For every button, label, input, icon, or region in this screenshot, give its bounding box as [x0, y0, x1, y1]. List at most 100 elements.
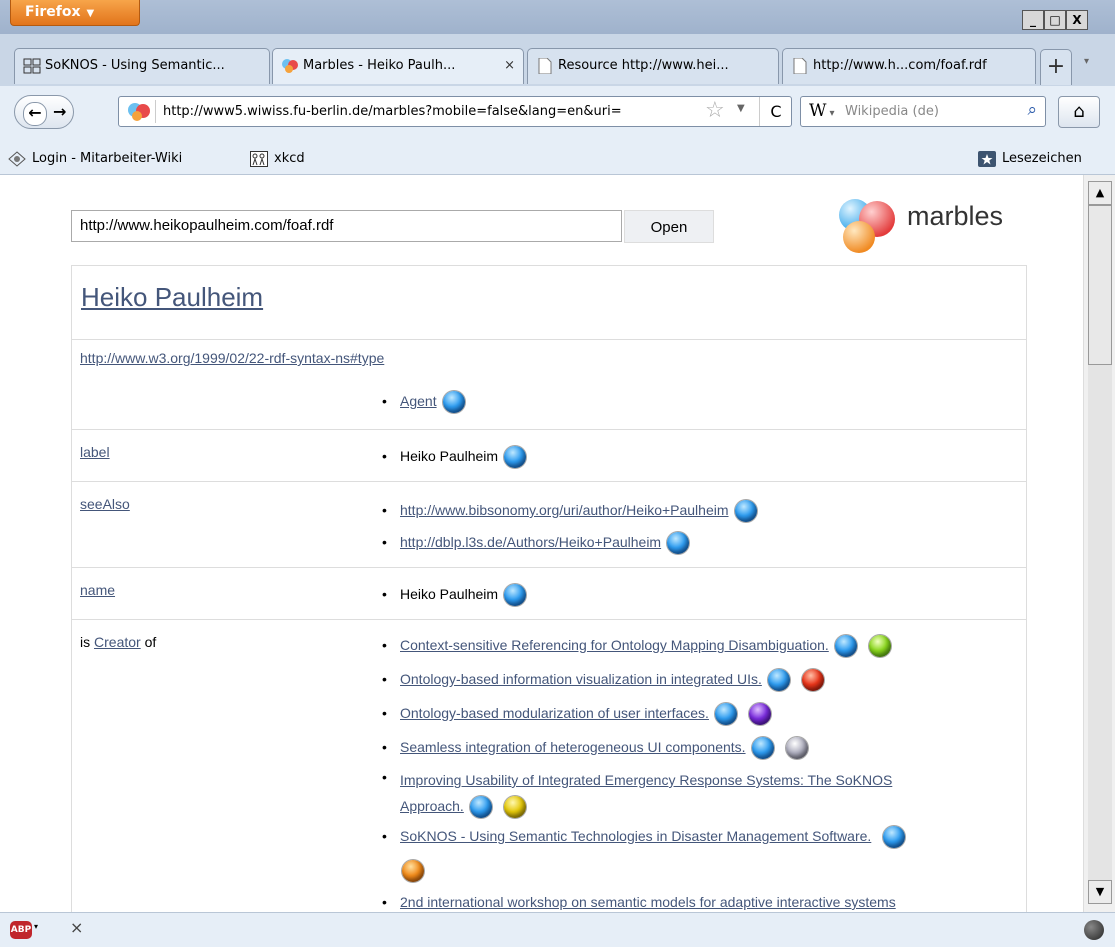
- tab-soknos[interactable]: SoKNOS - Using Semantic...: [14, 48, 270, 84]
- value-link[interactable]: Seamless integration of heterogeneous UI…: [400, 739, 746, 755]
- predicate-link[interactable]: http://www.w3.org/1999/02/22-rdf-syntax-…: [80, 350, 384, 366]
- value-link[interactable]: http://dblp.l3s.de/Authors/Heiko+Paulhei…: [400, 534, 661, 550]
- value-link[interactable]: Agent: [400, 393, 437, 409]
- list-item: Heiko Paulheim: [382, 579, 527, 609]
- scroll-track[interactable]: [1088, 365, 1112, 880]
- value-link[interactable]: Improving Usability of Integrated Emerge…: [400, 772, 892, 788]
- tab-foaf[interactable]: http://www.h...com/foaf.rdf: [782, 48, 1036, 84]
- chevron-down-icon: ▼: [86, 8, 95, 19]
- open-button[interactable]: Open: [624, 210, 714, 243]
- value-link[interactable]: http://www.bibsonomy.org/uri/author/Heik…: [400, 502, 729, 518]
- scroll-up-icon[interactable]: ▲: [1088, 181, 1112, 205]
- bookmark-login-wiki[interactable]: Login - Mitarbeiter-Wiki: [8, 144, 182, 174]
- new-tab-button[interactable]: +: [1040, 49, 1072, 85]
- predicate-suffix: of: [144, 634, 157, 650]
- blue-marble-icon[interactable]: [442, 391, 465, 414]
- tab-label: SoKNOS - Using Semantic...: [45, 58, 225, 73]
- search-placeholder: Wikipedia (de): [845, 104, 939, 119]
- yellow-marble-icon[interactable]: [503, 796, 526, 819]
- tab-list-icon[interactable]: ▾: [1084, 56, 1089, 67]
- tab-label: Resource http://www.hei...: [558, 58, 729, 73]
- globe-icon[interactable]: [1084, 920, 1104, 940]
- home-button[interactable]: ⌂: [1058, 96, 1100, 128]
- value-link[interactable]: Ontology-based information visualization…: [400, 671, 762, 687]
- page-content: http://www.heikopaulheim.com/foaf.rdf Op…: [0, 175, 1083, 912]
- status-bar: ABP ▾ ×: [0, 912, 1115, 947]
- value-list: http://www.bibsonomy.org/uri/author/Heik…: [382, 494, 757, 558]
- value-link[interactable]: SoKNOS - Using Semantic Technologies in …: [400, 828, 871, 844]
- url-dropdown-icon[interactable]: ▼: [737, 103, 745, 114]
- blue-marble-icon[interactable]: [469, 796, 492, 819]
- blue-marble-icon[interactable]: [504, 584, 527, 607]
- table-row: name Heiko Paulheim: [72, 568, 1026, 620]
- value-link[interactable]: Ontology-based modularization of user in…: [400, 705, 709, 721]
- search-icon[interactable]: ⌕: [1027, 100, 1037, 120]
- predicate-link[interactable]: label: [80, 444, 110, 460]
- url-text[interactable]: http://www5.wiwiss.fu-berlin.de/marbles?…: [163, 97, 703, 126]
- bookmark-xkcd[interactable]: xkcd: [250, 144, 305, 174]
- predicate-link[interactable]: seeAlso: [80, 496, 130, 512]
- reload-icon[interactable]: C: [759, 97, 792, 126]
- uri-input[interactable]: http://www.heikopaulheim.com/foaf.rdf: [71, 210, 622, 242]
- blue-marble-icon[interactable]: [667, 532, 690, 555]
- grey-marble-icon[interactable]: [785, 737, 808, 760]
- list-item: http://dblp.l3s.de/Authors/Heiko+Paulhei…: [382, 526, 757, 558]
- back-forward-buttons: ← →: [14, 95, 74, 129]
- bookmark-star-icon[interactable]: ☆: [705, 98, 725, 124]
- adblock-plus-icon[interactable]: ABP: [10, 921, 32, 939]
- forward-icon[interactable]: →: [53, 102, 66, 121]
- chevron-down-icon: ▾: [829, 108, 835, 119]
- red-marble-icon[interactable]: [801, 669, 824, 692]
- value-link-continued[interactable]: Approach.: [400, 798, 464, 814]
- table-row: http://www.w3.org/1999/02/22-rdf-syntax-…: [72, 340, 1026, 430]
- title-row: Heiko Paulheim: [72, 266, 1026, 340]
- predicate-link[interactable]: Creator: [94, 634, 141, 650]
- scroll-thumb[interactable]: [1088, 205, 1112, 365]
- close-tab-icon[interactable]: ×: [504, 49, 515, 83]
- blue-marble-icon[interactable]: [734, 500, 757, 523]
- vertical-scrollbar[interactable]: ▲ ▼: [1083, 175, 1115, 912]
- tab-marbles[interactable]: Marbles - Heiko Paulh... ×: [272, 48, 524, 84]
- table-row: label Heiko Paulheim: [72, 430, 1026, 482]
- close-window-button[interactable]: X: [1066, 10, 1088, 30]
- value-list: Context-sensitive Referencing for Ontolo…: [382, 628, 906, 912]
- chevron-down-icon[interactable]: ▾: [34, 922, 38, 931]
- bookmarks-menu-button[interactable]: Lesezeichen: [978, 144, 1082, 174]
- logo-text: marbles: [907, 201, 1004, 231]
- search-bar[interactable]: W ▾ Wikipedia (de) ⌕: [800, 96, 1046, 127]
- minimize-button[interactable]: _: [1022, 10, 1044, 30]
- orange-marble-icon[interactable]: [402, 860, 424, 883]
- list-item: Improving Usability of Integrated Emerge…: [382, 764, 905, 819]
- table-row: seeAlso http://www.bibsonomy.org/uri/aut…: [72, 482, 1026, 568]
- resource-title-link[interactable]: Heiko Paulheim: [81, 282, 263, 313]
- value-link[interactable]: 2nd international workshop on semantic m…: [400, 894, 896, 910]
- value-list: Heiko Paulheim: [382, 441, 527, 471]
- firefox-menu-button[interactable]: Firefox ▼: [10, 0, 140, 26]
- blue-marble-icon[interactable]: [504, 446, 527, 469]
- tab-resource[interactable]: Resource http://www.hei...: [527, 48, 779, 84]
- maximize-button[interactable]: □: [1044, 10, 1066, 30]
- list-item: SoKNOS - Using Semantic Technologies in …: [382, 819, 906, 887]
- marbles-logo: marbles: [833, 195, 1033, 257]
- value-link[interactable]: Context-sensitive Referencing for Ontolo…: [400, 637, 829, 653]
- close-icon[interactable]: ×: [70, 918, 83, 937]
- title-bar: Firefox ▼ _ □ X: [0, 0, 1115, 34]
- back-icon[interactable]: ←: [23, 102, 47, 126]
- blue-marble-icon[interactable]: [883, 826, 906, 849]
- blue-marble-icon[interactable]: [751, 737, 774, 760]
- blue-marble-icon[interactable]: [834, 635, 857, 658]
- predicate-link[interactable]: name: [80, 582, 115, 598]
- bookmark-label: Login - Mitarbeiter-Wiki: [32, 151, 183, 166]
- soknos-favicon-icon: [23, 58, 41, 74]
- url-bar[interactable]: http://www5.wiwiss.fu-berlin.de/marbles?…: [118, 96, 792, 127]
- marbles-logo-icon: [839, 199, 895, 253]
- blue-marble-icon[interactable]: [714, 703, 737, 726]
- list-item: Heiko Paulheim: [382, 441, 527, 471]
- wikipedia-icon[interactable]: W ▾: [809, 97, 835, 128]
- scroll-down-icon[interactable]: ▼: [1088, 880, 1112, 904]
- green-marble-icon[interactable]: [868, 635, 891, 658]
- blue-marble-icon[interactable]: [767, 669, 790, 692]
- list-item: Context-sensitive Referencing for Ontolo…: [382, 628, 905, 662]
- firefox-menu-label: Firefox: [25, 4, 81, 20]
- purple-marble-icon[interactable]: [748, 703, 771, 726]
